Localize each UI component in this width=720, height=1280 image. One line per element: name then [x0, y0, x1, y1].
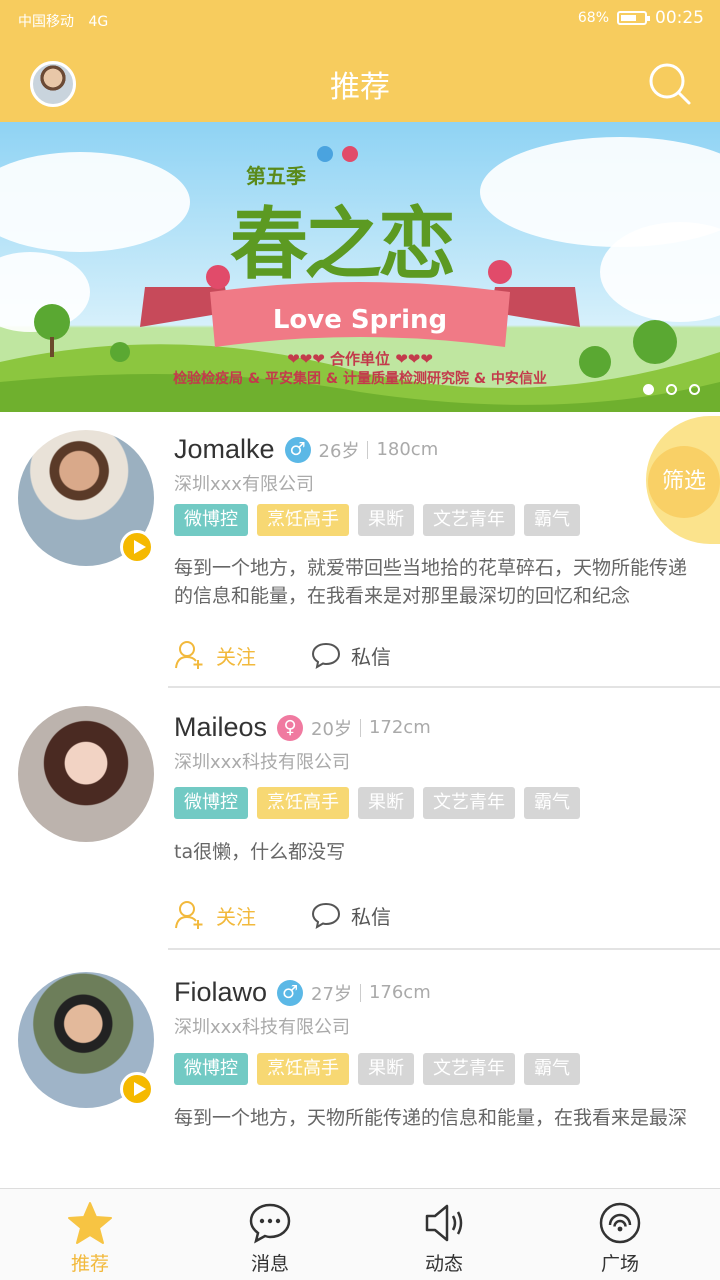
banner-logo: 春之恋 [230, 199, 456, 290]
tag: 烹饪高手 [257, 1053, 349, 1085]
male-icon: ♂ [284, 436, 311, 463]
user-bio: 每到一个地方，就爱带回些当地拾的花草碎石，天物所能传递的信息和能量，在我看来是对… [174, 557, 688, 607]
user-avatar[interactable] [18, 706, 154, 842]
tag-list: 微博控 烹饪高手 果断 文艺青年 霸气 [174, 504, 580, 536]
user-card[interactable]: Maileos ♀ 20岁 172cm 深圳xxx科技有限公司 微博控 烹饪高手… [0, 688, 720, 950]
message-button[interactable]: 私信 [311, 901, 391, 930]
banner-partners: 检验检疫局 & 平安集团 & 计量质量检测研究院 & 中安信业 [173, 371, 547, 387]
user-bio: ta很懒，什么都没写 [174, 841, 346, 863]
user-company: 深圳xxx有限公司 [174, 474, 314, 495]
user-name: Jomalke [174, 434, 275, 464]
play-video-icon[interactable] [120, 530, 154, 564]
user-name-row: Fiolawo ♂ 27岁 176cm [174, 977, 431, 1008]
tag-list: 微博控 烹饪高手 果断 文艺青年 霸气 [174, 787, 580, 819]
carousel-dot[interactable] [643, 384, 654, 395]
user-card[interactable]: Jomalke ♂ 26岁 180cm 深圳xxx有限公司 微博控 烹饪高手 果… [0, 412, 720, 688]
card-actions: 关注 私信 [174, 900, 391, 930]
tab-recommend[interactable]: 推荐 [0, 1189, 180, 1280]
tag: 果断 [358, 1053, 414, 1085]
follow-label: 关注 [216, 904, 256, 929]
add-user-icon [175, 901, 203, 929]
user-name-row: Jomalke ♂ 26岁 180cm [174, 434, 438, 465]
user-company: 深圳xxx科技有限公司 [174, 1017, 350, 1038]
carrier-info: 中国移动 4G [18, 11, 108, 31]
page-title: 推荐 [330, 70, 390, 105]
follow-label: 关注 [216, 644, 256, 669]
tag: 果断 [358, 787, 414, 819]
battery-percent: 68% [577, 10, 609, 26]
tab-label: 动态 [424, 1253, 463, 1275]
tag: 霸气 [524, 504, 580, 536]
chat-bubble-icon [249, 1203, 291, 1244]
banner-coop: ❤❤❤ 合作单位 ❤❤❤ [287, 350, 433, 368]
play-video-icon[interactable] [120, 1072, 154, 1106]
tag-list: 微博控 烹饪高手 果断 文艺青年 霸气 [174, 1053, 580, 1085]
tab-label: 广场 [600, 1253, 639, 1275]
chat-bubble-icon [311, 902, 341, 929]
tag: 文艺青年 [423, 1053, 515, 1085]
carousel-dot[interactable] [666, 384, 677, 395]
female-icon: ♀ [277, 714, 304, 741]
tag: 霸气 [524, 787, 580, 819]
user-name: Fiolawo [174, 977, 268, 1007]
user-age: 26岁 [318, 440, 360, 462]
status-right: 68% 00:25 [578, 8, 704, 28]
user-name-row: Maileos ♀ 20岁 172cm [174, 712, 431, 743]
battery-icon [617, 11, 650, 25]
user-age: 20岁 [311, 718, 352, 740]
network-type: 4G [88, 14, 109, 30]
star-icon [68, 1202, 112, 1244]
message-button[interactable]: 私信 [311, 641, 391, 670]
tag: 烹饪高手 [257, 787, 349, 819]
user-card[interactable]: Fiolawo ♂ 27岁 176cm 深圳xxx科技有限公司 微博控 烹饪高手… [0, 950, 720, 1188]
tag: 文艺青年 [423, 504, 515, 536]
search-icon[interactable] [648, 62, 692, 106]
user-height: 172cm [368, 717, 431, 738]
speaker-icon [425, 1204, 463, 1242]
status-bar: 中国移动 4G 68% 00:25 [0, 0, 720, 40]
tag: 微博控 [174, 787, 248, 819]
promo-banner[interactable]: 第五季 春之恋 Love Spring ❤❤❤ 合作单位 ❤❤❤ 检验检疫局 &… [0, 122, 720, 412]
tag: 果断 [358, 504, 414, 536]
tab-feed[interactable]: 动态 [354, 1189, 534, 1280]
message-label: 私信 [351, 644, 391, 669]
carrier-name: 中国移动 [18, 14, 74, 30]
carousel-dot[interactable] [689, 384, 700, 395]
follow-button[interactable]: 关注 [174, 900, 256, 930]
tag: 微博控 [174, 504, 248, 536]
banner-ribbon-text: Love Spring [272, 305, 448, 335]
chat-bubble-icon [311, 642, 341, 669]
divider-bar [367, 440, 369, 459]
divider-bar [359, 718, 361, 737]
user-bio: 每到一个地方，天物所能传递的信息和能量，在我看来是最深 [174, 1107, 688, 1129]
battery-fill [621, 15, 636, 21]
tag: 微博控 [174, 1053, 248, 1085]
user-age: 27岁 [311, 983, 352, 1005]
tab-square[interactable]: 广场 [530, 1189, 710, 1280]
tag: 文艺青年 [423, 787, 515, 819]
user-company: 深圳xxx科技有限公司 [174, 752, 350, 773]
follow-button[interactable]: 关注 [174, 640, 256, 670]
top-header: 中国移动 4G 68% 00:25 推荐 [0, 0, 720, 122]
tab-label: 消息 [250, 1253, 289, 1275]
user-name: Maileos [174, 712, 268, 742]
clock: 00:25 [655, 8, 704, 28]
card-actions: 关注 私信 [174, 640, 391, 670]
user-height: 176cm [368, 982, 431, 1003]
tab-label: 推荐 [70, 1253, 109, 1275]
male-icon: ♂ [277, 979, 304, 1006]
tag: 霸气 [524, 1053, 580, 1085]
tag: 烹饪高手 [257, 504, 349, 536]
broadcast-icon [599, 1202, 641, 1244]
user-height: 180cm [376, 439, 439, 460]
tab-messages[interactable]: 消息 [180, 1189, 360, 1280]
message-label: 私信 [351, 904, 391, 929]
divider-bar [359, 983, 361, 1002]
carousel-dots [643, 384, 700, 395]
bottom-tab-bar: 推荐 消息 动态 广场 [0, 1188, 720, 1280]
add-user-icon [175, 641, 203, 669]
